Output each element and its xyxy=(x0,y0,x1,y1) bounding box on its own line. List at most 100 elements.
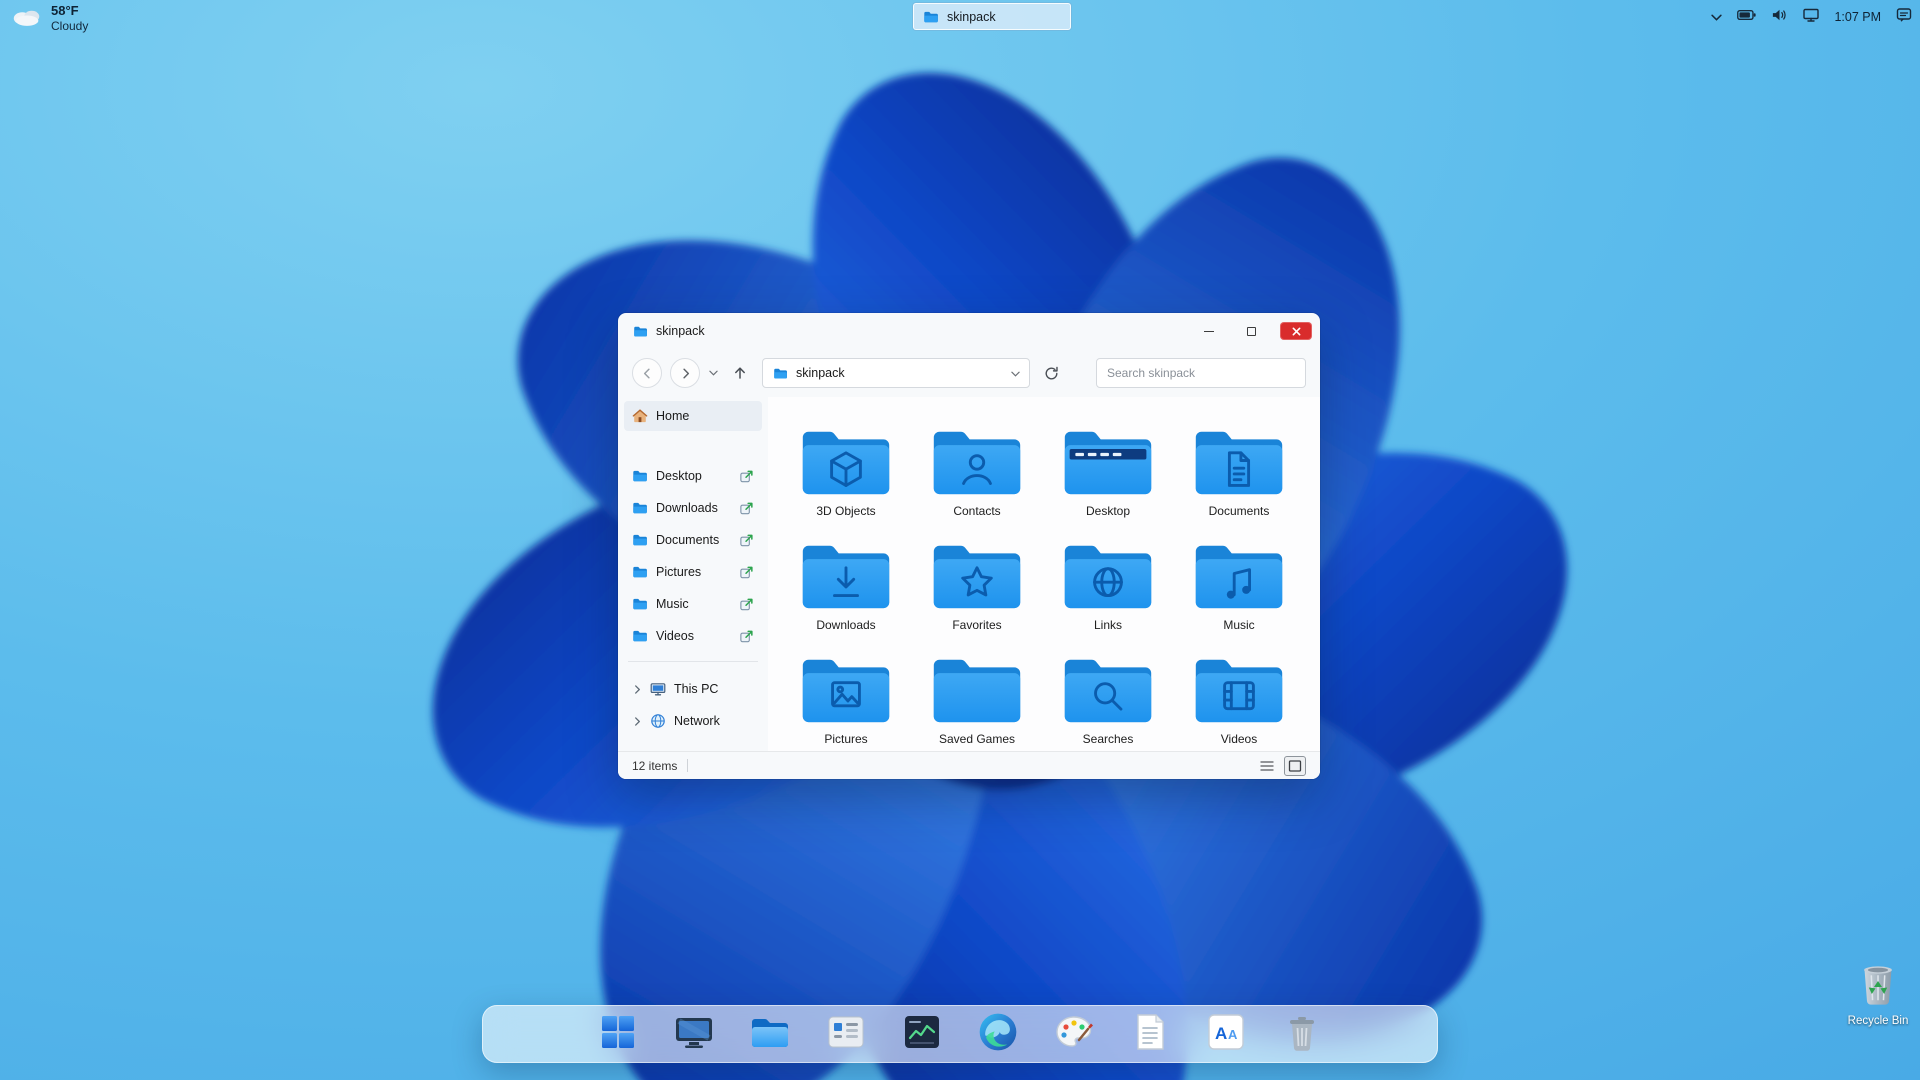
sidebar-separator xyxy=(628,661,758,662)
recycle-bin-icon xyxy=(1855,956,1901,1013)
share-icon[interactable] xyxy=(739,501,754,516)
tray-chevron-icon[interactable] xyxy=(1711,8,1722,26)
task-manager-icon xyxy=(900,1010,944,1059)
home-icon xyxy=(632,408,648,424)
items-count: 12 items xyxy=(632,759,677,773)
taskbar-app-skinpack[interactable]: skinpack xyxy=(913,3,1071,30)
dock-file-explorer-button[interactable] xyxy=(747,1011,793,1057)
dock-trash-button[interactable] xyxy=(1279,1011,1325,1057)
window-folder-icon xyxy=(632,323,648,339)
dock-fonts-button[interactable]: AA xyxy=(1203,1011,1249,1057)
status-divider xyxy=(687,759,688,772)
sidebar-item-videos[interactable]: Videos xyxy=(624,621,762,651)
folder-icon xyxy=(632,468,648,484)
sidebar-item-this-pc[interactable]: This PC xyxy=(624,674,762,704)
sidebar-item-downloads[interactable]: Downloads xyxy=(624,493,762,523)
share-icon[interactable] xyxy=(739,597,754,612)
window-title: skinpack xyxy=(656,324,705,338)
dock-paint-button[interactable] xyxy=(1051,1011,1097,1057)
folder-grid: 3D ObjectsContactsDesktopDocuments Downlo… xyxy=(786,421,1320,746)
folder-tile-downloads[interactable]: Downloads xyxy=(786,535,906,632)
tray-clock[interactable]: 1:07 PM xyxy=(1834,10,1881,24)
explorer-toolbar: skinpack xyxy=(618,349,1320,397)
folder-tile-searches[interactable]: Searches xyxy=(1048,649,1168,746)
weather-widget[interactable]: 58°F Cloudy xyxy=(10,3,88,33)
share-icon[interactable] xyxy=(739,469,754,484)
network-icon[interactable] xyxy=(1803,8,1819,27)
minimize-button[interactable] xyxy=(1188,313,1230,349)
address-dropdown-icon[interactable] xyxy=(1011,364,1020,382)
folder-tile-saved-games[interactable]: Saved Games xyxy=(917,649,1037,746)
folder-tile-music[interactable]: Music xyxy=(1179,535,1299,632)
share-icon[interactable] xyxy=(739,629,754,644)
share-icon[interactable] xyxy=(739,533,754,548)
thispc-icon xyxy=(650,681,666,697)
sidebar-item-label: Documents xyxy=(656,533,731,547)
folder-tile-favorites[interactable]: Favorites xyxy=(917,535,1037,632)
address-path: skinpack xyxy=(796,366,1003,380)
sidebar-item-network[interactable]: Network xyxy=(624,706,762,736)
folder-icon-search xyxy=(1060,649,1156,728)
dock-display-button[interactable] xyxy=(671,1011,717,1057)
recycle-bin-desktop-icon[interactable]: Recycle Bin xyxy=(1838,956,1918,1027)
dock-notepad-button[interactable] xyxy=(1127,1011,1173,1057)
folder-icon-picture xyxy=(798,649,894,728)
up-button[interactable] xyxy=(728,365,752,381)
sidebar-item-label: Home xyxy=(656,409,754,423)
sidebar-item-music[interactable]: Music xyxy=(624,589,762,619)
folder-icon xyxy=(632,500,648,516)
volume-icon[interactable] xyxy=(1771,8,1788,27)
folder-tile-pictures[interactable]: Pictures xyxy=(786,649,906,746)
sidebar-item-documents[interactable]: Documents xyxy=(624,525,762,555)
dock-desktop-settings-button[interactable] xyxy=(823,1011,869,1057)
folder-tile-label: Searches xyxy=(1083,732,1134,746)
chevron-right-icon[interactable] xyxy=(632,684,642,695)
folder-tile-3d-objects[interactable]: 3D Objects xyxy=(786,421,906,518)
history-dropdown-button[interactable] xyxy=(706,370,720,376)
sidebar-item-label: Desktop xyxy=(656,469,731,483)
refresh-button[interactable] xyxy=(1040,365,1062,382)
sidebar-item-label: Music xyxy=(656,597,731,611)
sidebar-item-label: Pictures xyxy=(656,565,731,579)
titlebar[interactable]: skinpack xyxy=(618,313,1320,349)
desktop: 58°F Cloudy skinpack 1:07 PM xyxy=(0,0,1920,1080)
file-explorer-icon xyxy=(748,1010,792,1059)
address-bar[interactable]: skinpack xyxy=(762,358,1030,388)
desktop-settings-icon xyxy=(824,1010,868,1059)
window-controls xyxy=(1188,313,1320,349)
chevron-right-icon[interactable] xyxy=(632,716,642,727)
details-view-button[interactable] xyxy=(1256,756,1278,776)
battery-icon[interactable] xyxy=(1737,8,1756,26)
folder-tile-videos[interactable]: Videos xyxy=(1179,649,1299,746)
folder-icon-person xyxy=(929,421,1025,500)
sidebar-item-home[interactable]: Home xyxy=(624,401,762,431)
dock-start-button[interactable] xyxy=(595,1011,641,1057)
dock-task-manager-button[interactable] xyxy=(899,1011,945,1057)
dock: AA xyxy=(482,1005,1438,1063)
folder-tile-contacts[interactable]: Contacts xyxy=(917,421,1037,518)
dock-edge-button[interactable] xyxy=(975,1011,1021,1057)
folder-tile-links[interactable]: Links xyxy=(1048,535,1168,632)
share-icon[interactable] xyxy=(739,565,754,580)
search-box[interactable] xyxy=(1096,358,1306,388)
back-button[interactable] xyxy=(632,358,662,388)
sidebar-item-label: Network xyxy=(674,714,754,728)
close-button[interactable] xyxy=(1272,313,1320,349)
large-icons-view-button[interactable] xyxy=(1284,756,1306,776)
folder-tile-label: Music xyxy=(1223,618,1254,632)
maximize-button[interactable] xyxy=(1230,313,1272,349)
sidebar-item-desktop[interactable]: Desktop xyxy=(624,461,762,491)
search-input[interactable] xyxy=(1107,366,1295,380)
notification-icon[interactable] xyxy=(1896,7,1912,28)
sidebar-item-pictures[interactable]: Pictures xyxy=(624,557,762,587)
maximize-icon xyxy=(1247,327,1256,336)
folder-icon-download xyxy=(798,535,894,614)
recycle-bin-label: Recycle Bin xyxy=(1848,1015,1909,1027)
minimize-icon xyxy=(1204,331,1214,332)
folder-icon xyxy=(632,564,648,580)
forward-button[interactable] xyxy=(670,358,700,388)
folder-tile-desktop[interactable]: Desktop xyxy=(1048,421,1168,518)
folder-tile-documents[interactable]: Documents xyxy=(1179,421,1299,518)
folder-content-area: 3D ObjectsContactsDesktopDocuments Downlo… xyxy=(768,397,1320,751)
trash-icon xyxy=(1280,1010,1324,1059)
